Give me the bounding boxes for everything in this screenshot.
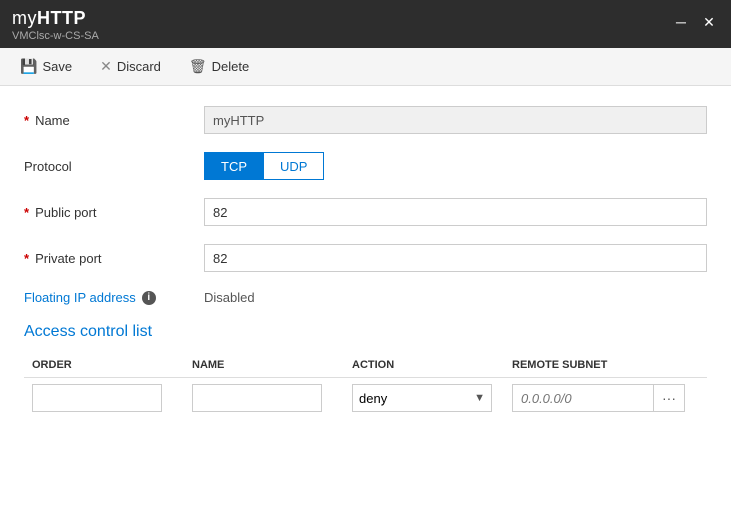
discard-label: Discard <box>117 59 161 74</box>
delete-label: Delete <box>212 59 250 74</box>
name-cell <box>184 378 344 419</box>
col-action: ACTION <box>344 355 504 378</box>
protocol-label: Protocol <box>24 159 204 174</box>
acl-header-row: ORDER NAME ACTION REMOTE SUBNET <box>24 355 707 378</box>
private-port-required-star: * <box>24 251 29 266</box>
public-port-row: * Public port <box>24 198 707 226</box>
remote-subnet-wrapper: ··· <box>512 384 685 412</box>
table-row: deny allow ▼ ··· <box>24 378 707 419</box>
floating-ip-row: Floating IP address i Disabled <box>24 290 707 305</box>
save-button[interactable]: 💾 Save <box>16 56 76 77</box>
floating-ip-label: Floating IP address i <box>24 290 204 305</box>
private-port-label: * Private port <box>24 251 204 266</box>
public-port-label: * Public port <box>24 205 204 220</box>
name-required-star: * <box>24 113 29 128</box>
remote-subnet-dots-button[interactable]: ··· <box>653 385 684 411</box>
discard-icon: ✕ <box>100 58 112 75</box>
action-cell: deny allow ▼ <box>344 378 504 419</box>
save-icon: 💾 <box>20 58 37 75</box>
title-bar-left: myHTTP VMClsc-w-CS-SA <box>12 8 99 42</box>
window-controls: ─ ✕ <box>671 12 719 32</box>
name-row: * Name <box>24 106 707 134</box>
save-label: Save <box>42 59 72 74</box>
private-port-row: * Private port <box>24 244 707 272</box>
action-select-wrapper: deny allow ▼ <box>352 384 492 412</box>
acl-table: ORDER NAME ACTION REMOTE SUBNET <box>24 355 707 418</box>
tcp-button[interactable]: TCP <box>204 152 263 180</box>
discard-button[interactable]: ✕ Discard <box>96 56 165 77</box>
public-port-input[interactable] <box>204 198 707 226</box>
public-port-required-star: * <box>24 205 29 220</box>
name-input[interactable] <box>204 106 707 134</box>
protocol-row: Protocol TCP UDP <box>24 152 707 180</box>
app-subtitle: VMClsc-w-CS-SA <box>12 30 99 42</box>
col-order: ORDER <box>24 355 184 378</box>
order-input[interactable] <box>32 384 162 412</box>
remote-subnet-cell: ··· <box>504 378 707 419</box>
floating-ip-info-icon[interactable]: i <box>142 291 156 305</box>
action-select[interactable]: deny allow <box>353 385 468 411</box>
order-cell <box>24 378 184 419</box>
floating-ip-value: Disabled <box>204 290 255 305</box>
acl-section: Access control list ORDER NAME ACTION RE… <box>24 323 707 418</box>
close-button[interactable]: ✕ <box>699 12 719 32</box>
app-name-bold: HTTP <box>37 8 86 28</box>
app-title: myHTTP <box>12 8 99 29</box>
private-port-input[interactable] <box>204 244 707 272</box>
select-arrow-icon: ▼ <box>468 392 491 404</box>
delete-icon: 🗑 <box>189 58 207 75</box>
col-remote-subnet: REMOTE SUBNET <box>504 355 707 378</box>
name-label: * Name <box>24 113 204 128</box>
content-area: * Name Protocol TCP UDP * Public port * … <box>0 86 731 438</box>
acl-name-input[interactable] <box>192 384 322 412</box>
col-name: NAME <box>184 355 344 378</box>
udp-button[interactable]: UDP <box>263 152 324 180</box>
app-name-regular: my <box>12 8 37 28</box>
minimize-button[interactable]: ─ <box>671 12 691 32</box>
toolbar: 💾 Save ✕ Discard 🗑 Delete <box>0 48 731 86</box>
protocol-toggle: TCP UDP <box>204 152 324 180</box>
title-bar: myHTTP VMClsc-w-CS-SA ─ ✕ <box>0 0 731 48</box>
delete-button[interactable]: 🗑 Delete <box>185 56 253 77</box>
acl-title: Access control list <box>24 323 707 341</box>
remote-subnet-input[interactable] <box>513 385 653 411</box>
